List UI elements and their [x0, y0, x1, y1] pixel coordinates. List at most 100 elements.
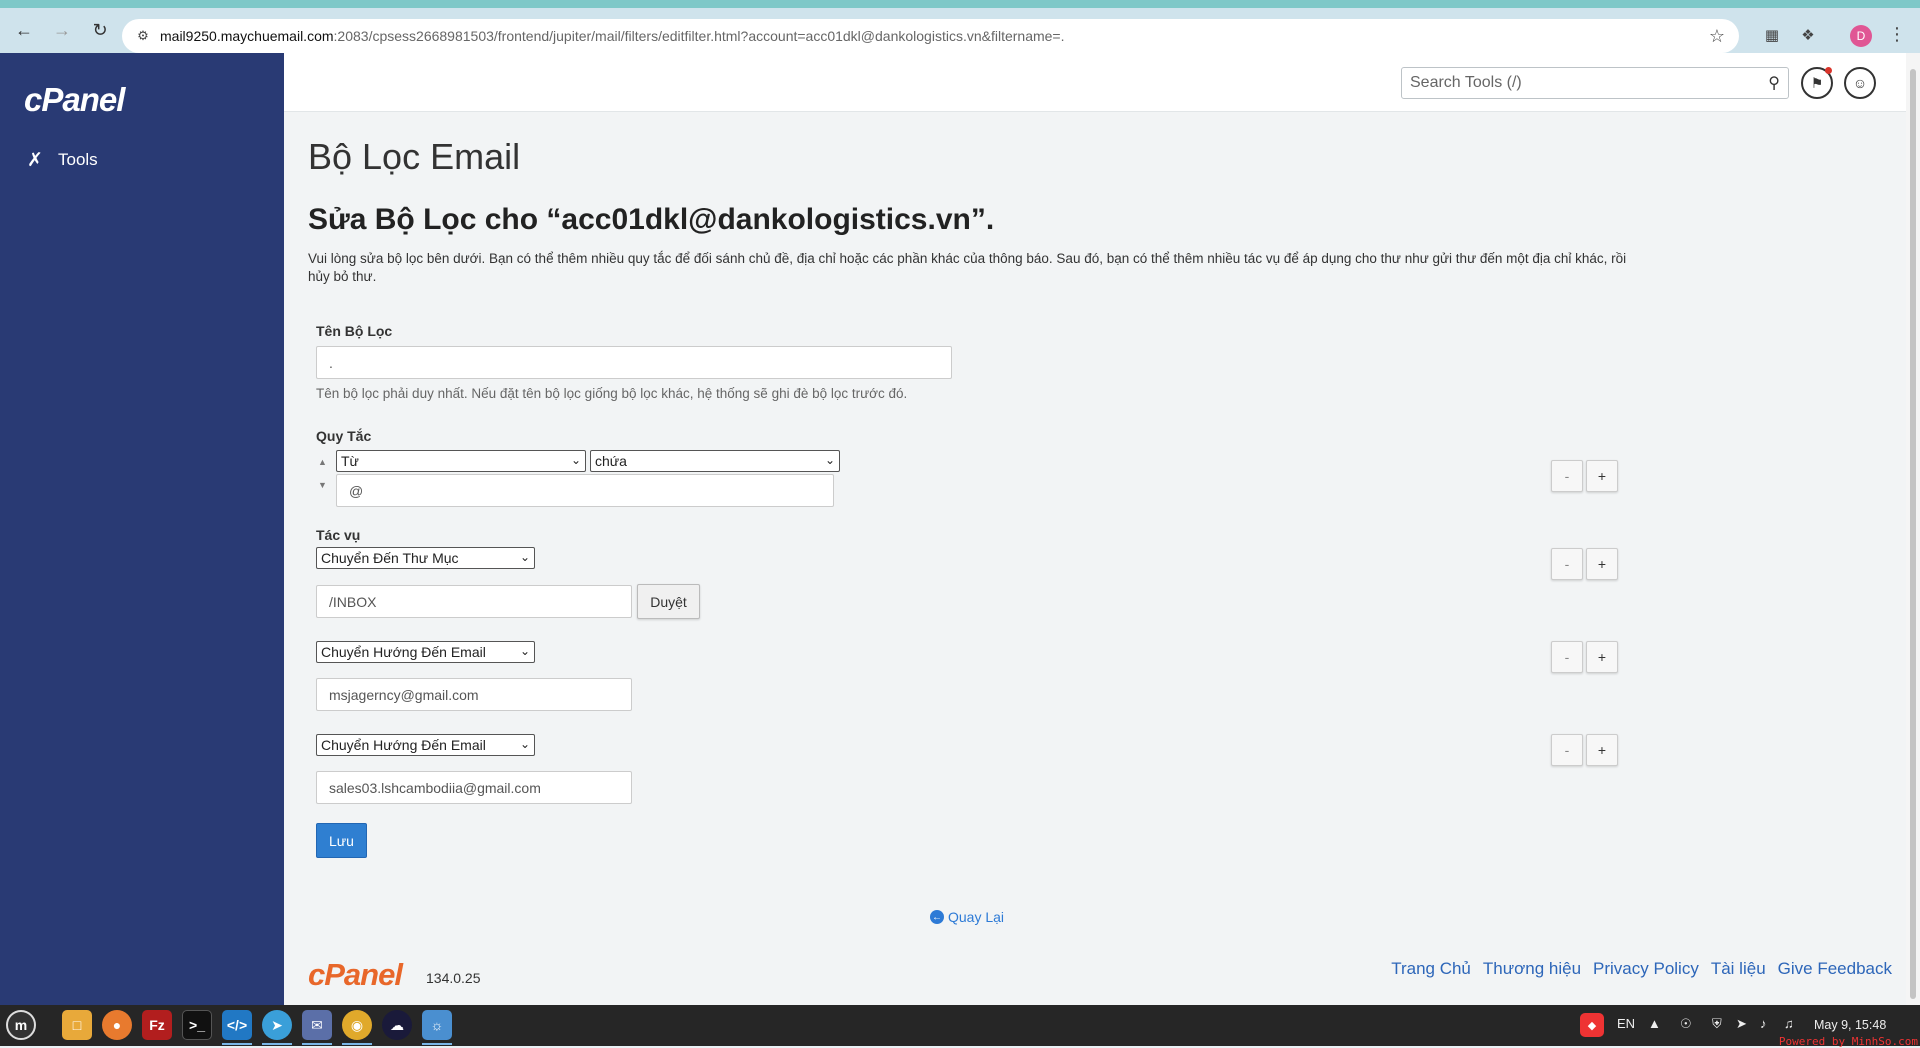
back-link-label: Quay Lại: [948, 909, 1005, 925]
chrome-icon[interactable]: ◉: [342, 1010, 372, 1045]
main-content: Search Tools (/) ⚲ ⚑ ☺ Bộ Lọc Email Sửa …: [284, 53, 1906, 1005]
action-email-input[interactable]: sales03.lshcambodiia@gmail.com: [316, 771, 632, 804]
page-title: Bộ Lọc Email: [308, 136, 521, 177]
footer-link-home[interactable]: Trang Chủ: [1391, 959, 1471, 979]
rule-value-input[interactable]: @: [336, 474, 834, 507]
back-link[interactable]: ← Quay Lại: [930, 909, 1004, 925]
vscode-icon[interactable]: </>: [222, 1010, 252, 1045]
action-type-value: Chuyển Đến Thư Mục: [321, 550, 459, 566]
mail-icon[interactable]: ✉: [302, 1010, 332, 1045]
browser-menu-icon[interactable]: ⋮: [1888, 24, 1906, 45]
action-type-select[interactable]: Chuyển Hướng Đến Email ⌄: [316, 734, 535, 756]
shield-tray-icon[interactable]: ☉: [1680, 1016, 1692, 1032]
remove-action-button[interactable]: -: [1551, 641, 1583, 673]
clock[interactable]: May 9, 15:48: [1814, 1018, 1886, 1032]
add-action-button[interactable]: +: [1586, 641, 1618, 673]
notifications-button[interactable]: ⚑: [1801, 67, 1833, 99]
rule-field-select[interactable]: Từ ⌄: [336, 450, 586, 472]
cpanel-logo[interactable]: cPanel: [24, 81, 125, 119]
search-icon[interactable]: ⚲: [1768, 73, 1780, 93]
add-action-button[interactable]: +: [1586, 734, 1618, 766]
add-action-button[interactable]: +: [1586, 548, 1618, 580]
bookmark-star-icon[interactable]: ☆: [1709, 26, 1725, 47]
terminal-icon[interactable]: >_: [182, 1010, 212, 1040]
site-info-icon[interactable]: ⚙: [132, 25, 154, 47]
telegram-icon[interactable]: ➤: [262, 1010, 292, 1045]
arrow-left-circle-icon: ←: [930, 910, 944, 924]
search-placeholder: Search Tools (/): [1410, 74, 1522, 91]
forward-arrow-icon[interactable]: →: [44, 13, 80, 49]
sidebar-item-tools[interactable]: ✗ Tools: [24, 149, 98, 171]
sidebar: cPanel ✗ Tools: [0, 53, 284, 1005]
rule-field-value: Từ: [341, 453, 359, 469]
footer-link-privacy[interactable]: Privacy Policy: [1593, 959, 1699, 979]
footer-version: 134.0.25: [426, 970, 481, 986]
address-bar[interactable]: ⚙ mail9250.maychuemail.com:2083/cpsess26…: [122, 19, 1739, 53]
remove-action-button[interactable]: -: [1551, 734, 1583, 766]
chevron-down-icon: ⌄: [519, 550, 530, 564]
taskbar: m □ ● Fz >_ </> ➤ ✉ ◉ ☁ ☼ ◆ EN ▲ ☉ ⛨ ➤ ♪…: [0, 1005, 1920, 1048]
footer-links: Trang Chủ Thương hiệu Privacy Policy Tài…: [1379, 959, 1892, 979]
chevron-down-icon: ⌄: [824, 453, 835, 467]
browse-button[interactable]: Duyệt: [637, 584, 700, 619]
action-type-select[interactable]: Chuyển Đến Thư Mục ⌄: [316, 547, 535, 569]
footer-link-trademarks[interactable]: Thương hiệu: [1483, 959, 1581, 979]
firefox-icon[interactable]: ●: [102, 1010, 132, 1040]
reload-icon[interactable]: ↻: [82, 13, 118, 49]
files-icon[interactable]: □: [62, 1010, 92, 1040]
user-icon: ☺: [1852, 75, 1868, 91]
actions-label: Tác vụ: [316, 527, 361, 543]
rule-operator-select[interactable]: chứa ⌄: [590, 450, 840, 472]
footer-cpanel-logo[interactable]: cPanel: [308, 957, 403, 993]
keyboard-language[interactable]: EN: [1617, 1016, 1635, 1031]
filter-name-input[interactable]: .: [316, 346, 952, 379]
app-icon[interactable]: ☁: [382, 1010, 412, 1040]
add-rule-button[interactable]: +: [1586, 460, 1618, 492]
telegram-tray-icon[interactable]: ➤: [1736, 1016, 1747, 1032]
tools-icon: ✗: [27, 149, 43, 171]
mint-menu-icon[interactable]: m: [6, 1010, 36, 1040]
save-button[interactable]: Lưu: [316, 823, 367, 858]
action-type-select[interactable]: Chuyển Hướng Đến Email ⌄: [316, 641, 535, 663]
move-down-icon[interactable]: ▼: [318, 480, 327, 490]
footer-link-docs[interactable]: Tài liệu: [1711, 959, 1766, 979]
rss-icon[interactable]: ☼: [422, 1010, 452, 1045]
music-tray-icon[interactable]: ♫: [1784, 1016, 1794, 1031]
rule-operator-value: chứa: [595, 453, 627, 469]
move-up-icon[interactable]: ▲: [318, 457, 327, 467]
mic-tray-icon[interactable]: ♪: [1760, 1016, 1767, 1031]
top-bar: Search Tools (/) ⚲ ⚑ ☺: [284, 53, 1906, 112]
remove-action-button[interactable]: -: [1551, 548, 1583, 580]
profile-avatar[interactable]: D: [1850, 25, 1872, 47]
notification-dot: [1825, 67, 1832, 74]
watermark-text: Powered by MinhSo.com: [1778, 1035, 1918, 1048]
extensions-icon[interactable]: ❖: [1796, 23, 1820, 47]
chevron-down-icon: ⌄: [570, 453, 581, 467]
url-path: :2083/cpsess2668981503/frontend/jupiter/…: [333, 28, 1065, 44]
filezilla-icon[interactable]: Fz: [142, 1010, 172, 1040]
security-tray-icon[interactable]: ⛨: [1712, 1016, 1722, 1032]
url-host: mail9250.maychuemail.com: [160, 28, 334, 44]
rules-label: Quy Tắc: [316, 428, 372, 444]
scrollbar-thumb[interactable]: [1910, 69, 1916, 999]
search-input[interactable]: Search Tools (/) ⚲: [1401, 67, 1789, 99]
page-subtitle: Sửa Bộ Lọc cho “acc01dkl@dankologistics.…: [308, 203, 995, 236]
footer-link-feedback[interactable]: Give Feedback: [1778, 959, 1892, 979]
sidebar-item-label: Tools: [58, 150, 98, 169]
filter-name-help: Tên bộ lọc phải duy nhất. Nếu đặt tên bộ…: [316, 386, 908, 401]
browser-toolbar: ← → ↻ ⚙ mail9250.maychuemail.com:2083/cp…: [0, 0, 1920, 53]
chevron-down-icon: ⌄: [519, 737, 530, 751]
remove-rule-button[interactable]: -: [1551, 460, 1583, 492]
filter-name-label: Tên Bộ Lọc: [316, 323, 393, 339]
action-email-input[interactable]: msjagerncy@gmail.com: [316, 678, 632, 711]
action-folder-input[interactable]: /INBOX: [316, 585, 632, 618]
anydesk-tray-icon[interactable]: ◆: [1580, 1013, 1604, 1037]
back-arrow-icon[interactable]: ←: [6, 13, 42, 49]
page-scrollbar[interactable]: [1906, 53, 1920, 1005]
user-menu-button[interactable]: ☺: [1844, 67, 1876, 99]
action-type-value: Chuyển Hướng Đến Email: [321, 644, 486, 660]
action-type-value: Chuyển Hướng Đến Email: [321, 737, 486, 753]
page-description: Vui lòng sửa bộ lọc bên dưới. Bạn có thể…: [308, 251, 1627, 284]
qr-code-icon[interactable]: ▦: [1760, 23, 1784, 47]
flame-tray-icon[interactable]: ▲: [1648, 1016, 1661, 1031]
